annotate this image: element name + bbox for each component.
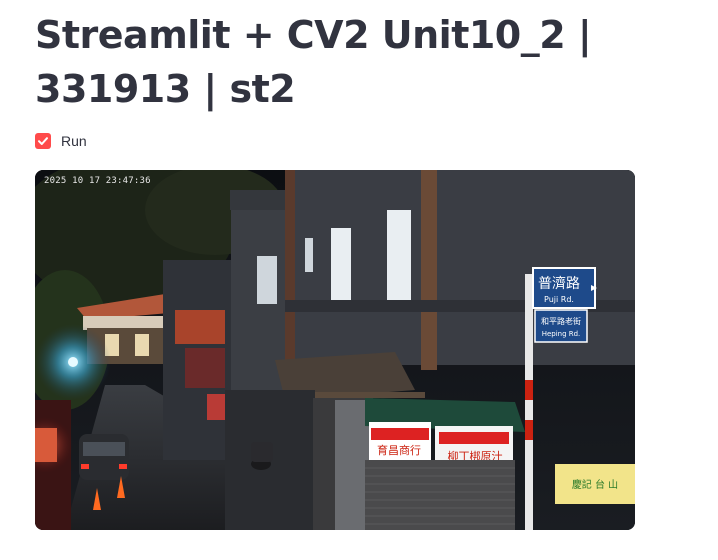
run-label: Run — [61, 133, 87, 149]
secondary-sign-en: Heping Rd. — [542, 330, 581, 338]
camera-feed-image: 育昌商行 柳丁梆原汁 慶記 台 山 普濟路 Puji Rd. 和平路老街 Hep… — [35, 170, 635, 530]
run-checkbox[interactable]: Run — [35, 133, 87, 149]
shop-banner-left-text: 育昌商行 — [377, 443, 421, 457]
street-name-sign-en: Puji Rd. — [544, 295, 574, 304]
checkbox-checked-icon[interactable] — [35, 133, 51, 149]
secondary-sign-zh: 和平路老街 — [541, 316, 581, 326]
camera-timestamp: 2025 10 17 23:47:36 — [44, 176, 151, 186]
shop-banner-far-right-text: 慶記 台 山 — [572, 478, 618, 491]
street-name-sign-zh: 普濟路 — [538, 276, 580, 292]
page-title: Streamlit + CV2 Unit10_2 | 331913 | st2 — [35, 13, 592, 111]
